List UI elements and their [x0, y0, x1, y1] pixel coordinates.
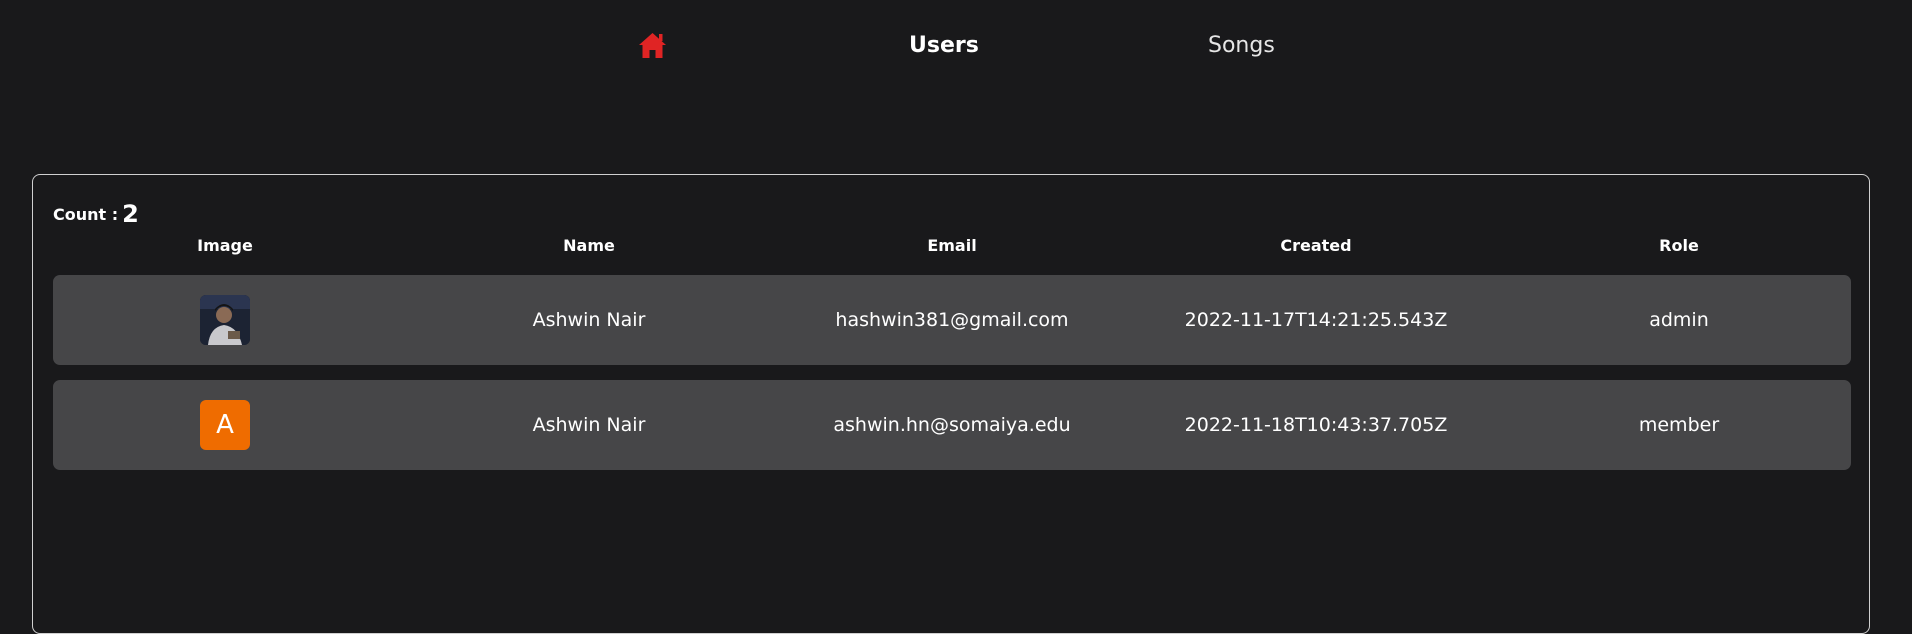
table-row[interactable]: Ashwin Nair hashwin381@gmail.com 2022-11… [53, 275, 1851, 365]
home-icon-graphic [639, 33, 666, 58]
count-value: 2 [122, 200, 139, 228]
count-label: Count : [53, 205, 119, 224]
column-header-role: Role [1659, 236, 1699, 255]
table-row[interactable]: A Ashwin Nair ashwin.hn@somaiya.edu 2022… [53, 380, 1851, 470]
table-header: Image Name Email Created Role [53, 236, 1851, 258]
column-header-email: Email [927, 236, 977, 255]
cell-created: 2022-11-18T10:43:37.705Z [1184, 414, 1448, 436]
user-avatar-photo [200, 295, 250, 345]
user-count: Count :2 [53, 198, 139, 228]
column-header-created: Created [1280, 236, 1352, 255]
user-avatar-letter: A [200, 400, 250, 450]
cell-name: Ashwin Nair [532, 414, 646, 436]
nav-users-link[interactable]: Users [909, 33, 979, 59]
column-header-image: Image [197, 236, 253, 255]
cell-name: Ashwin Nair [532, 309, 646, 331]
home-icon[interactable] [637, 30, 668, 61]
column-header-name: Name [563, 236, 615, 255]
avatar-photo-graphic [200, 295, 250, 345]
top-nav: Users Songs [0, 0, 1912, 95]
nav-songs-link[interactable]: Songs [1208, 33, 1275, 59]
cell-role: admin [1649, 309, 1709, 331]
cell-role: member [1638, 414, 1720, 436]
cell-email: hashwin381@gmail.com [835, 309, 1069, 331]
cell-email: ashwin.hn@somaiya.edu [833, 414, 1071, 436]
cell-created: 2022-11-17T14:21:25.543Z [1184, 309, 1448, 331]
